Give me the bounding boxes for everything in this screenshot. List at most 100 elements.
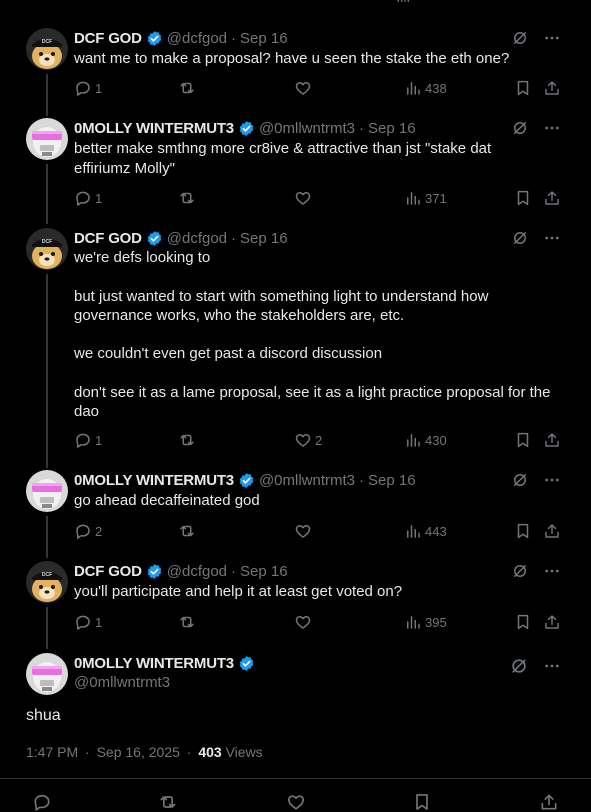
grok-icon[interactable]	[511, 471, 529, 489]
retweet-icon[interactable]	[158, 792, 178, 812]
views-button[interactable]: 438	[404, 78, 447, 98]
handle[interactable]: @dcfgod	[167, 230, 227, 247]
views-icon	[395, 0, 411, 4]
display-name[interactable]: DCF GOD	[74, 30, 142, 47]
share-button[interactable]	[543, 188, 564, 208]
bookmark-button[interactable]	[514, 430, 535, 450]
avatar[interactable]	[26, 118, 68, 160]
grok-icon[interactable]	[511, 29, 529, 47]
views-count: 395	[425, 614, 447, 630]
separator: ·	[186, 744, 192, 760]
like-icon	[294, 613, 312, 631]
tweet-header: DCF GOD @dcfgod · Sep 16	[74, 561, 288, 581]
handle[interactable]: @dcfgod	[167, 563, 227, 580]
handle[interactable]: @dcfgod	[167, 30, 227, 47]
like-icon[interactable]	[286, 792, 306, 812]
reply-button[interactable]: 1	[74, 612, 102, 632]
more-icon[interactable]	[543, 471, 561, 489]
avatar[interactable]	[26, 28, 68, 70]
share-button[interactable]	[543, 430, 564, 450]
bookmark-icon	[514, 189, 532, 207]
share-button[interactable]	[543, 78, 564, 98]
timestamp[interactable]: Sep 16	[368, 472, 416, 489]
reply-button[interactable]: 1	[74, 188, 102, 208]
more-icon[interactable]	[543, 119, 561, 137]
tweet-top-icons	[511, 561, 561, 581]
thread-line	[46, 74, 48, 116]
like-button[interactable]	[294, 612, 315, 632]
like-button[interactable]	[294, 521, 315, 541]
views-button[interactable]: 443	[404, 521, 447, 541]
more-icon[interactable]	[543, 229, 561, 247]
reply-button[interactable]: 1	[74, 430, 102, 450]
retweet-icon	[178, 431, 196, 449]
separator: ·	[85, 744, 90, 760]
grok-icon[interactable]	[509, 656, 529, 676]
timestamp[interactable]: Sep 16	[240, 230, 288, 247]
separator: ·	[231, 29, 237, 47]
retweet-button[interactable]	[178, 430, 199, 450]
like-button[interactable]	[294, 78, 315, 98]
tweet-header: DCF GOD @dcfgod · Sep 16	[74, 28, 288, 48]
verified-badge-icon	[238, 655, 255, 672]
like-icon	[294, 189, 312, 207]
tweet-meta: 1:47 PM · Sep 16, 2025 · 403 Views	[26, 744, 263, 760]
like-button[interactable]: 2	[294, 430, 322, 450]
more-icon[interactable]	[543, 657, 561, 675]
timestamp[interactable]: Sep 16	[240, 563, 288, 580]
grok-icon[interactable]	[511, 562, 529, 580]
reply-count: 1	[95, 190, 103, 206]
bookmark-button[interactable]	[514, 188, 535, 208]
share-icon[interactable]	[539, 792, 559, 812]
views-button[interactable]: 430	[404, 430, 447, 450]
thread-line	[46, 516, 48, 558]
share-button[interactable]	[543, 521, 564, 541]
timestamp[interactable]: Sep 16	[240, 30, 288, 47]
post-date[interactable]: Sep 16, 2025	[97, 744, 180, 760]
handle[interactable]: @0mllwntrmt3	[259, 120, 355, 137]
like-count: 2	[315, 432, 323, 448]
bookmark-button[interactable]	[514, 612, 535, 632]
tweet-text: better make smthng more cr8ive & attract…	[74, 140, 496, 177]
display-name[interactable]: 0MOLLY WINTERMUT3	[74, 655, 234, 672]
timestamp[interactable]: Sep 16	[368, 120, 416, 137]
reply-icon[interactable]	[32, 792, 52, 812]
more-icon[interactable]	[543, 562, 561, 580]
views-count: 443	[425, 523, 447, 539]
avatar[interactable]	[26, 561, 68, 603]
bookmark-icon[interactable]	[412, 792, 432, 812]
post-time[interactable]: 1:47 PM	[26, 744, 78, 760]
display-name[interactable]: 0MOLLY WINTERMUT3	[74, 472, 234, 489]
handle[interactable]: @0mllwntrmt3	[74, 674, 170, 691]
bookmark-button[interactable]	[514, 78, 535, 98]
retweet-button[interactable]	[178, 188, 199, 208]
avatar[interactable]	[26, 470, 68, 512]
bookmark-button[interactable]	[514, 521, 535, 541]
reply-button[interactable]: 1	[74, 78, 102, 98]
separator: ·	[231, 229, 237, 247]
reply-button[interactable]: 2	[74, 521, 102, 541]
tweet-text: we're defs looking to but just wanted to…	[74, 249, 551, 421]
display-name[interactable]: DCF GOD	[74, 563, 142, 580]
retweet-icon	[178, 189, 196, 207]
like-icon	[294, 431, 312, 449]
display-name[interactable]: 0MOLLY WINTERMUT3	[74, 120, 234, 137]
handle[interactable]: @0mllwntrmt3	[259, 472, 355, 489]
grok-icon[interactable]	[511, 229, 529, 247]
share-button[interactable]	[543, 612, 564, 632]
views-button[interactable]: 395	[404, 612, 447, 632]
like-button[interactable]	[294, 188, 315, 208]
display-name[interactable]: DCF GOD	[74, 230, 142, 247]
avatar[interactable]	[26, 228, 68, 270]
tweet-actions: 1 395	[74, 612, 564, 632]
retweet-button[interactable]	[178, 521, 199, 541]
more-icon[interactable]	[543, 29, 561, 47]
views-button[interactable]: 371	[404, 188, 447, 208]
tweet-top-icons	[511, 228, 561, 248]
avatar[interactable]	[26, 653, 68, 695]
retweet-button[interactable]	[178, 78, 199, 98]
grok-icon[interactable]	[511, 119, 529, 137]
retweet-button[interactable]	[178, 612, 199, 632]
like-icon	[294, 79, 312, 97]
views-icon	[404, 613, 422, 631]
